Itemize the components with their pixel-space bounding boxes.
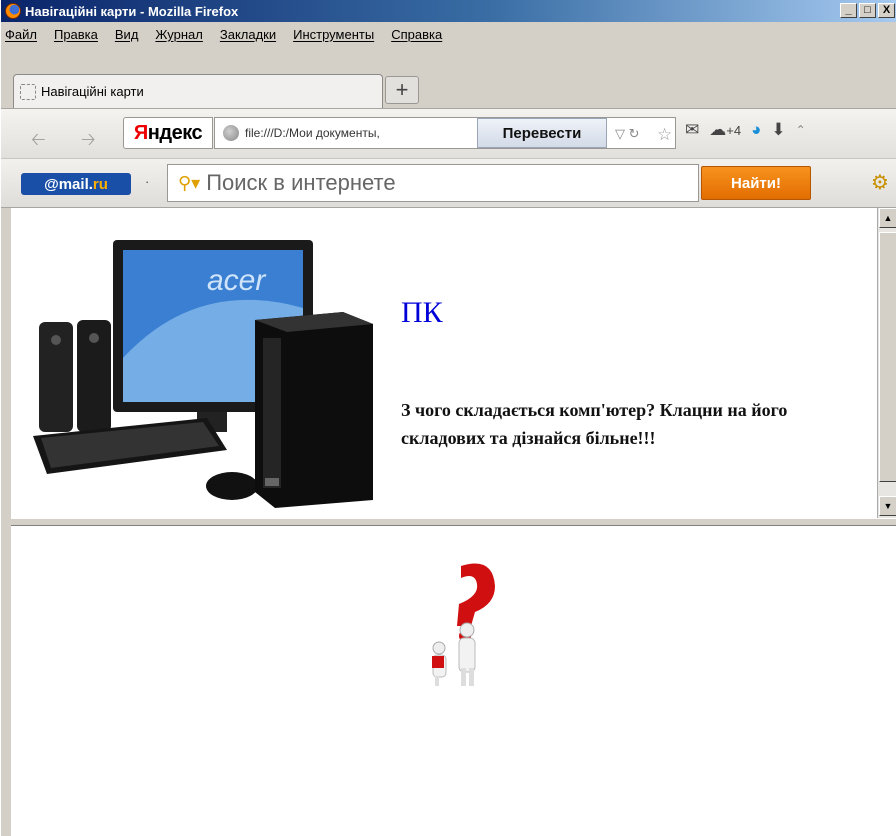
page-heading: ПК [401, 296, 443, 329]
title-bar: Навігаційні карти - Mozilla Firefox _ □ … [1, 0, 896, 22]
menu-file[interactable]: Файл [5, 27, 37, 42]
mailru-brand-ru: ru [92, 175, 108, 193]
toolbar-icons: ✉ ☁+4 ◕ ⬇ ⌃ [685, 120, 806, 140]
weather-temp: +4 [726, 123, 742, 138]
menu-history[interactable]: Журнал [155, 27, 202, 42]
firefox-logo-icon [5, 3, 21, 19]
minimize-button[interactable]: _ [840, 3, 857, 18]
menu-bookmarks[interactable]: Закладки [220, 27, 276, 42]
frame-divider[interactable] [11, 518, 896, 526]
search-placeholder: Поиск в интернете [206, 170, 396, 195]
url-text: file:///D:/Мои документы, [245, 126, 380, 140]
new-tab-button[interactable]: + [385, 76, 419, 104]
scroll-down-arrow-icon[interactable]: ▼ [879, 496, 896, 516]
yandex-brand-first: Я [133, 121, 148, 144]
gear-icon[interactable]: ⚙ [871, 170, 889, 195]
back-arrow-icon[interactable]: 🡠 [31, 127, 46, 157]
top-frame-scrollbar[interactable]: ▲ ▼ [877, 208, 896, 518]
yandex-button[interactable]: Яндекс [123, 117, 213, 149]
mailru-brand-at: @mail. [44, 175, 93, 193]
question-figure-image [432, 563, 495, 686]
forward-arrow-icon[interactable]: 🡢 [81, 127, 96, 157]
menu-view[interactable]: Вид [115, 27, 139, 42]
close-button[interactable]: X [878, 3, 895, 18]
bookmark-star-icon[interactable]: ☆ [657, 125, 672, 145]
addon-icon[interactable]: ◕ [751, 120, 761, 140]
monitor-brand: acer [207, 264, 266, 297]
yandex-brand-rest: ндекс [147, 121, 203, 144]
menu-bar: Файл Правка Вид Журнал Закладки Инструме… [1, 22, 896, 46]
tab-label: Навігаційні карти [41, 84, 144, 99]
menu-edit[interactable]: Правка [54, 27, 98, 42]
maximize-button[interactable]: □ [859, 3, 876, 18]
globe-icon [223, 125, 239, 141]
search-input[interactable]: ⚲▾ Поиск в интернете [167, 164, 699, 202]
window-title: Навігаційні карти - Mozilla Firefox [25, 3, 239, 19]
url-dropdown-reload[interactable]: ▽ ↻ [615, 126, 640, 142]
mailru-menu-dot[interactable]: · [145, 174, 149, 189]
mailru-logo[interactable]: @mail. ru [21, 173, 131, 195]
translate-button[interactable]: Перевести [477, 118, 607, 148]
browser-window: Навігаційні карти - Mozilla Firefox _ □ … [0, 0, 896, 836]
mail-icon[interactable]: ✉ [685, 120, 699, 140]
find-button[interactable]: Найти! [701, 166, 811, 200]
download-icon[interactable]: ⬇ [771, 120, 785, 140]
computer-image[interactable]: acer [27, 238, 381, 510]
tab-navigation-maps[interactable]: Навігаційні карти [13, 74, 383, 108]
scroll-up-arrow-icon[interactable]: ▲ [879, 208, 896, 228]
menu-help[interactable]: Справка [391, 27, 442, 42]
window-controls: _ □ X [840, 3, 895, 18]
page-icon [20, 83, 36, 100]
weather-icon[interactable]: ☁+4 [709, 120, 741, 140]
reload-icon[interactable]: ↻ [629, 126, 640, 141]
search-icon: ⚲▾ [178, 172, 201, 193]
description-text: З чого складається комп'ютер? Клацни на … [401, 400, 788, 448]
scroll-thumb[interactable] [879, 232, 896, 482]
overflow-icon[interactable]: ⌃ [796, 123, 806, 137]
menu-tools[interactable]: Инструменты [293, 27, 374, 42]
